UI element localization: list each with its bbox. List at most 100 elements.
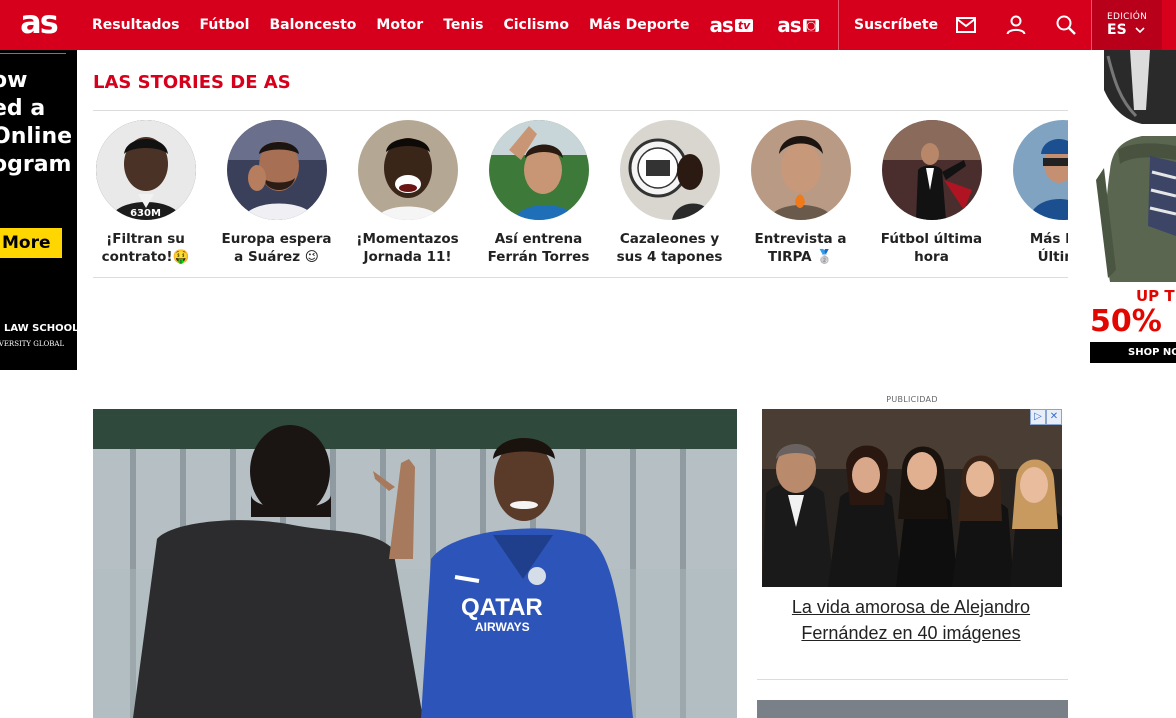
nav-divider (838, 0, 839, 50)
ad-percent-text: 50% (1090, 304, 1162, 339)
nav-item-futbol[interactable]: Fútbol (200, 17, 250, 33)
camera-icon: ◙ (802, 18, 820, 32)
as-photo-link[interactable]: as ◙ (777, 13, 820, 37)
ad-more-button[interactable]: More (0, 228, 62, 258)
story-image (357, 120, 458, 220)
ad-choices-icon[interactable]: ▷ (1030, 409, 1046, 425)
ad-university-name: IVERSITY GLOBAL (0, 340, 65, 348)
ad-text-line: ed a (0, 96, 46, 121)
as-tv-main: as (709, 13, 733, 37)
stories-section-title: LAS STORIES DE AS (93, 72, 291, 93)
ad-text-line: Online (0, 124, 73, 149)
story-thumbnail (226, 120, 327, 220)
story-caption-line: Entrevista a (754, 231, 847, 247)
subscribe-link[interactable]: Suscríbete (854, 0, 938, 50)
sidebar-ad-headline[interactable]: La vida amorosa de Alejandro Fernández e… (762, 594, 1060, 646)
as-tv-link[interactable]: as tv (709, 13, 754, 37)
story-image (881, 120, 982, 220)
story-card[interactable]: Cazaleones y sus 4 tapones (604, 111, 735, 266)
mail-icon[interactable] (954, 13, 978, 37)
edition-value-wrap: ES (1107, 22, 1162, 38)
story-thumbnail (357, 120, 458, 220)
story-caption-line: hora (914, 249, 949, 265)
user-icon[interactable] (1004, 13, 1028, 37)
story-thumbnail: 630M (95, 120, 196, 220)
divider (757, 679, 1068, 680)
story-thumbnail (750, 120, 851, 220)
story-caption-line: contrato!🤑 (101, 249, 190, 265)
story-thumbnail (619, 120, 720, 220)
next-card-image[interactable] (757, 700, 1068, 718)
story-card[interactable]: Entrevista a TIRPA 🥈 (735, 111, 866, 266)
right-skyscraper-ad[interactable]: UP T 50% SHOP NO (1090, 50, 1176, 363)
sidebar-ad-image[interactable]: ▷ ✕ (762, 409, 1062, 587)
story-caption-line: Más Dep (1029, 231, 1068, 247)
divider (93, 277, 1068, 278)
story-image (488, 120, 589, 220)
shirt-sponsor-subtext: AIRWAYS (475, 620, 530, 634)
as-photo-main: as (777, 13, 801, 37)
story-caption: Así entrena Ferrán Torres (473, 230, 604, 266)
stories-carousel: 630M ¡Filtran su contrato!🤑 Europa esper… (93, 111, 1068, 277)
story-caption-line: Jornada 11! (363, 249, 452, 265)
story-thumbnail (881, 120, 982, 220)
chevron-down-icon (1135, 26, 1145, 33)
story-caption: Cazaleones y sus 4 tapones (604, 230, 735, 266)
story-thumbnail (488, 120, 589, 220)
main-nav: Resultados Fútbol Baloncesto Motor Tenis… (92, 0, 843, 50)
nav-item-baloncesto[interactable]: Baloncesto (269, 17, 356, 33)
story-image (226, 120, 327, 220)
story-caption-line: a Suárez 😉 (234, 249, 319, 265)
ad-text-line: ow (0, 68, 28, 93)
search-icon[interactable] (1054, 13, 1078, 37)
story-card[interactable]: Europa espera a Suárez 😉 (211, 111, 342, 266)
nav-item-mas-deporte[interactable]: Más Deporte (589, 17, 689, 33)
story-image (750, 120, 851, 220)
story-caption: ¡Momentazos Jornada 11! (342, 230, 473, 266)
ad-top-line (0, 50, 66, 54)
story-image (95, 120, 196, 220)
story-caption: ¡Filtran su contrato!🤑 (93, 230, 211, 266)
as-tv-tag: tv (734, 18, 754, 32)
story-card[interactable]: Más Dep Última (997, 111, 1068, 266)
edition-selector[interactable]: EDICIÓN ES (1092, 0, 1162, 50)
story-caption: Más Dep Última (997, 230, 1068, 266)
nav-item-motor[interactable]: Motor (376, 17, 423, 33)
story-caption-line: Última (1037, 249, 1068, 265)
story-caption: Entrevista a TIRPA 🥈 (735, 230, 866, 266)
nav-item-resultados[interactable]: Resultados (92, 17, 180, 33)
edition-value: ES (1107, 22, 1127, 38)
story-caption-line: Fútbol última (880, 231, 983, 247)
left-skyscraper-ad[interactable]: ow ed a Online ogram More O LAW SCHOOL I… (0, 50, 77, 370)
ad-school-name: O LAW SCHOOL (0, 323, 77, 334)
ad-image (762, 409, 1062, 587)
story-caption-line: Ferrán Torres (487, 249, 590, 265)
as-logo[interactable]: as (0, 0, 77, 50)
nav-item-tenis[interactable]: Tenis (443, 17, 483, 33)
story-caption-line: TIRPA 🥈 (767, 249, 834, 265)
story-caption-line: Así entrena (494, 231, 583, 247)
ad-text-line: ogram (0, 152, 72, 177)
ad-choices-badges: ▷ ✕ (1030, 409, 1062, 425)
ad-close-icon[interactable]: ✕ (1046, 409, 1062, 425)
main-article-photo[interactable]: QATAR AIRWAYS (93, 409, 737, 718)
story-caption-line: sus 4 tapones (616, 249, 723, 265)
story-card[interactable]: ¡Momentazos Jornada 11! (342, 111, 473, 266)
advertising-label: PUBLICIDAD (886, 395, 938, 404)
story-card[interactable]: Así entrena Ferrán Torres (473, 111, 604, 266)
story-caption: Europa espera a Suárez 😉 (211, 230, 342, 266)
story-caption-line: ¡Momentazos (356, 231, 459, 247)
story-card[interactable]: Fútbol última hora (866, 111, 997, 266)
nav-item-ciclismo[interactable]: Ciclismo (503, 17, 569, 33)
story-card[interactable]: 630M ¡Filtran su contrato!🤑 (93, 111, 211, 266)
article-image: QATAR AIRWAYS (93, 409, 737, 718)
story-caption: Fútbol última hora (866, 230, 997, 266)
hoodie-product-image (1096, 50, 1176, 282)
ad-shop-now-button[interactable]: SHOP NO (1090, 342, 1176, 363)
story-image (1012, 120, 1068, 220)
logo-text: as (20, 3, 59, 41)
edition-label: EDICIÓN (1107, 12, 1148, 22)
story-thumbnail (1012, 120, 1068, 220)
shirt-sponsor-text: QATAR (461, 594, 543, 621)
story-image (619, 120, 720, 220)
